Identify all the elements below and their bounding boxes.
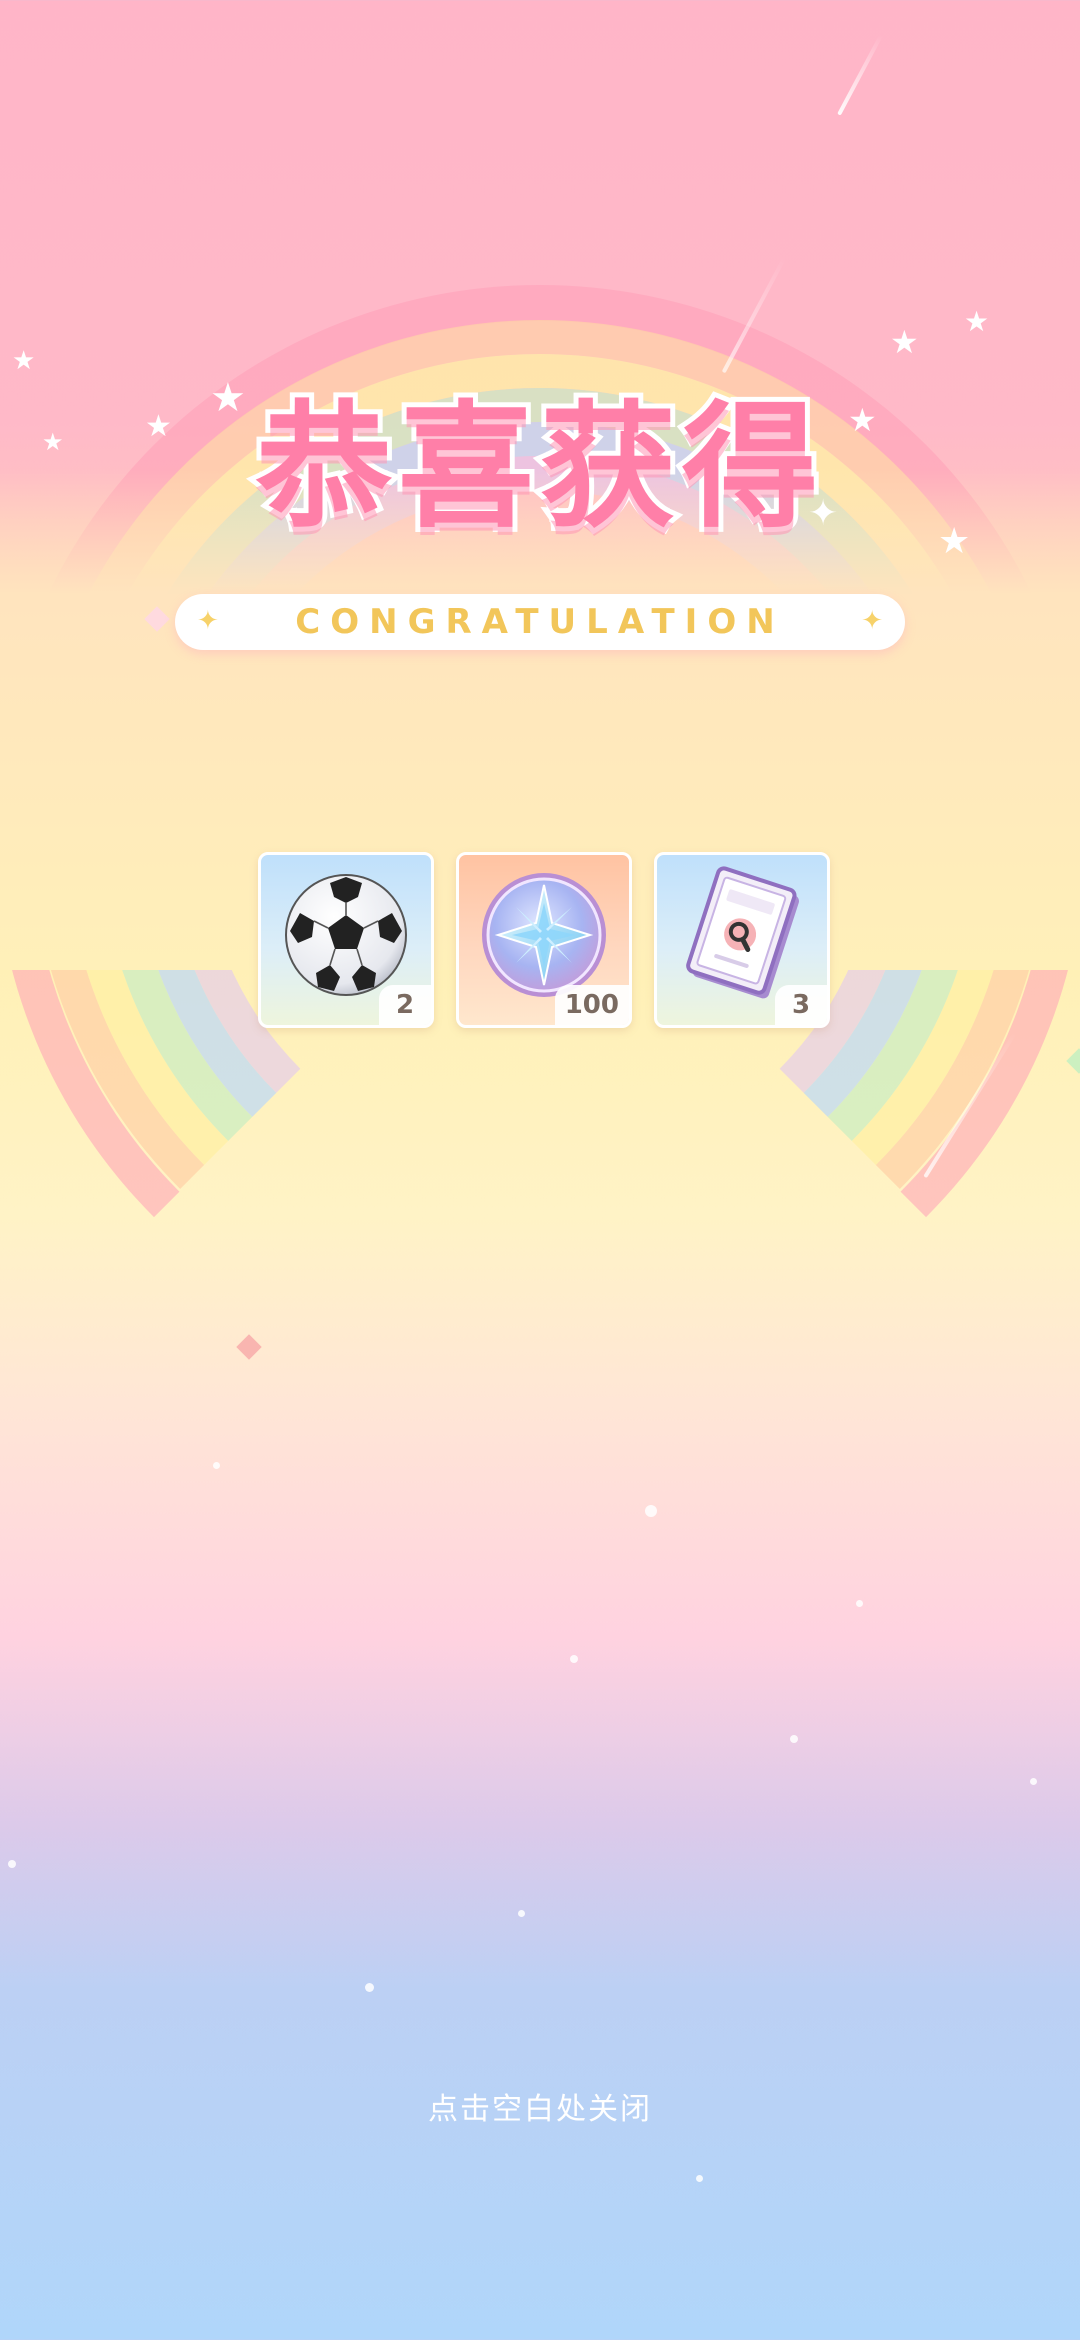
sparkle-dot [645, 1505, 657, 1517]
congrats-title: 恭喜获得 [251, 389, 824, 547]
sparkle-icon: ✦ [861, 606, 883, 636]
shooting-star [721, 256, 787, 374]
sparkle-icon: ✦ [808, 493, 839, 534]
tap-to-close-hint[interactable]: 点击空白处关闭 [0, 2084, 1080, 2128]
sparkle-dot [1030, 1778, 1037, 1785]
reward-count: 2 [379, 985, 431, 1025]
reward-count: 100 [554, 985, 629, 1025]
sparkle-dot [213, 1462, 220, 1469]
reward-count: 3 [775, 985, 827, 1025]
congratulation-text: CONGRATULATION [295, 602, 785, 642]
sparkle-icon: ✦ [197, 606, 219, 636]
sparkle-dot [856, 1600, 863, 1607]
reward-list: 2 100 3 [258, 852, 830, 1028]
star-icon: ★ [12, 346, 36, 376]
sparkle-dot [365, 1983, 374, 1992]
sparkle-dot [790, 1735, 798, 1743]
sparkle-dot [696, 2175, 703, 2182]
reward-card-detective-book[interactable]: 3 [654, 852, 830, 1028]
confetti [236, 1334, 262, 1360]
star-icon: ★ [890, 323, 919, 361]
congratulation-banner: ✦ CONGRATULATION ✦ [175, 594, 905, 650]
sparkle-dot [570, 1655, 578, 1663]
sparkle-dot [8, 1860, 16, 1868]
shooting-star [923, 1031, 1017, 1179]
star-icon: ★ [964, 305, 990, 338]
shooting-star [837, 34, 883, 116]
sparkle-dot [518, 1910, 525, 1917]
reward-card-soccer-ball[interactable]: 2 [258, 852, 434, 1028]
reward-card-star-coin[interactable]: 100 [456, 852, 632, 1028]
confetti [1066, 1048, 1080, 1074]
